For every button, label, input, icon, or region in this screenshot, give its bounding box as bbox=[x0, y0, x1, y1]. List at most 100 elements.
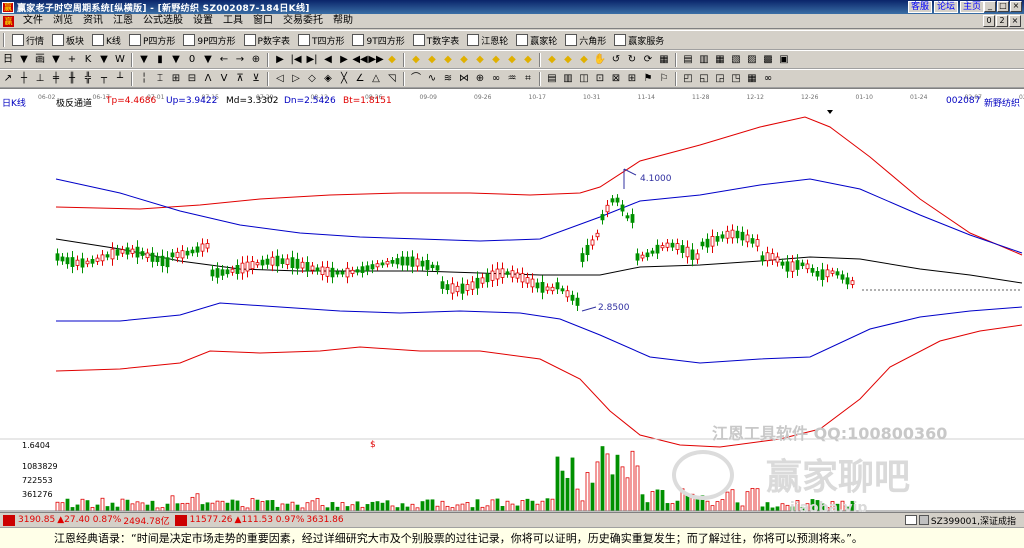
menu-info[interactable]: 资讯 bbox=[78, 14, 108, 28]
mdi-button-2[interactable]: 2 bbox=[996, 15, 1008, 27]
toolbar3-tool-44-icon[interactable]: ▦ bbox=[745, 72, 759, 86]
toolbar2-tool-28-icon[interactable]: ◆ bbox=[473, 53, 487, 67]
toolbar3-tool-45-icon[interactable]: ∞ bbox=[761, 72, 775, 86]
toolbar2-tool-22-icon[interactable]: ▶▶ bbox=[368, 53, 383, 67]
toolbar2-tool-27-icon[interactable]: ◆ bbox=[457, 53, 471, 67]
customer-service-link[interactable]: 客服 bbox=[907, 1, 932, 13]
toolbar2-tool-20-icon[interactable]: ▶ bbox=[337, 53, 351, 67]
toolbar2-tool-9-icon[interactable]: ▮ bbox=[153, 53, 167, 67]
menu-browse[interactable]: 浏览 bbox=[48, 14, 78, 28]
period-label[interactable]: 日K线 bbox=[2, 96, 26, 109]
toolbar3-tool-19-icon[interactable]: ◈ bbox=[321, 72, 335, 86]
toolbar3-tool-40-icon[interactable]: ◰ bbox=[681, 72, 695, 86]
toolbar3-tool-31-icon[interactable]: ⌗ bbox=[521, 72, 535, 86]
toolbar-button-service[interactable]: 赢家服务 bbox=[610, 32, 668, 48]
toolbar3-tool-24-icon[interactable]: ⌒ bbox=[409, 72, 423, 86]
toolbar3-tool-26-icon[interactable]: ≋ bbox=[441, 72, 455, 86]
toolbar3-tool-13-icon[interactable]: V bbox=[217, 72, 231, 86]
toolbar3-tool-39-icon[interactable]: ⚐ bbox=[657, 72, 671, 86]
menu-gann[interactable]: 江恩 bbox=[108, 14, 138, 28]
toolbar-button-hexagon[interactable]: 六角形 bbox=[561, 32, 610, 48]
forum-link[interactable]: 论坛 bbox=[933, 1, 958, 13]
toolbar3-tool-3-icon[interactable]: ╪ bbox=[49, 72, 63, 86]
toolbar2-tool-40-icon[interactable]: ▤ bbox=[681, 53, 695, 67]
toolbar2-tool-24-icon[interactable]: ◆ bbox=[409, 53, 423, 67]
toolbar2-tool-39-icon[interactable]: ▦ bbox=[657, 53, 671, 67]
toolbar2-tool-17-icon[interactable]: |◀ bbox=[289, 53, 303, 67]
toolbar-button-t-square[interactable]: T四方形 bbox=[294, 32, 349, 48]
toolbar3-tool-27-icon[interactable]: ⋈ bbox=[457, 72, 471, 86]
menu-file[interactable]: 文件 bbox=[18, 14, 48, 28]
toolbar3-tool-6-icon[interactable]: ┬ bbox=[97, 72, 111, 86]
toolbar2-tool-35-icon[interactable]: ✋ bbox=[593, 53, 607, 67]
toolbar3-tool-32-icon[interactable]: ▤ bbox=[545, 72, 559, 86]
toolbar3-tool-0-icon[interactable]: ↗ bbox=[1, 72, 15, 86]
toolbar3-tool-22-icon[interactable]: △ bbox=[369, 72, 383, 86]
toolbar2-tool-1-icon[interactable]: ▼ bbox=[17, 53, 31, 67]
toolbar3-tool-41-icon[interactable]: ◱ bbox=[697, 72, 711, 86]
toolbar3-tool-42-icon[interactable]: ◲ bbox=[713, 72, 727, 86]
toolbar2-tool-37-icon[interactable]: ↻ bbox=[625, 53, 639, 67]
toolbar3-tool-12-icon[interactable]: Λ bbox=[201, 72, 215, 86]
menu-help[interactable]: 帮助 bbox=[328, 14, 358, 28]
toolbar2-tool-4-icon[interactable]: + bbox=[65, 53, 79, 67]
toolbar3-tool-9-icon[interactable]: ⌶ bbox=[153, 72, 167, 86]
toolbar3-tool-37-icon[interactable]: ⊞ bbox=[625, 72, 639, 86]
menu-settings[interactable]: 设置 bbox=[188, 14, 218, 28]
toolbar-button-gann-wheel[interactable]: 江恩轮 bbox=[463, 32, 512, 48]
toolbar3-tool-11-icon[interactable]: ⊟ bbox=[185, 72, 199, 86]
toolbar3-tool-38-icon[interactable]: ⚑ bbox=[641, 72, 655, 86]
homepage-link[interactable]: 主页 bbox=[959, 1, 984, 13]
toolbar2-tool-13-icon[interactable]: ← bbox=[217, 53, 231, 67]
toolbar2-tool-21-icon[interactable]: ◀◀ bbox=[352, 53, 367, 67]
toolbar3-tool-7-icon[interactable]: ┴ bbox=[113, 72, 127, 86]
toolbar3-tool-36-icon[interactable]: ⊠ bbox=[609, 72, 623, 86]
toolbar-button-pn[interactable]: P数字表 bbox=[240, 32, 294, 48]
toolbar2-tool-10-icon[interactable]: ▼ bbox=[169, 53, 183, 67]
toolbar2-tool-32-icon[interactable]: ◆ bbox=[545, 53, 559, 67]
toolbar-button-9t-square[interactable]: 9T四方形 bbox=[348, 32, 408, 48]
minimize-button[interactable]: _ bbox=[984, 1, 996, 12]
mdi-close-button[interactable]: × bbox=[1009, 15, 1021, 27]
toolbar3-tool-29-icon[interactable]: ∞ bbox=[489, 72, 503, 86]
toolbar2-tool-36-icon[interactable]: ↺ bbox=[609, 53, 623, 67]
toolbar2-tool-31-icon[interactable]: ◆ bbox=[521, 53, 535, 67]
menu-formula[interactable]: 公式选股 bbox=[138, 14, 188, 28]
toolbar-button-p-square[interactable]: P四方形 bbox=[125, 32, 179, 48]
toolbar2-tool-3-icon[interactable]: ▼ bbox=[49, 53, 63, 67]
toolbar2-tool-19-icon[interactable]: ◀ bbox=[321, 53, 335, 67]
toolbar2-tool-7-icon[interactable]: W bbox=[113, 53, 127, 67]
toolbar3-tool-34-icon[interactable]: ◫ bbox=[577, 72, 591, 86]
maximize-button[interactable]: □ bbox=[997, 1, 1009, 12]
toolbar2-tool-12-icon[interactable]: ▼ bbox=[201, 53, 215, 67]
toolbar2-tool-33-icon[interactable]: ◆ bbox=[561, 53, 575, 67]
toolbar2-tool-2-icon[interactable]: 画 bbox=[33, 53, 47, 67]
toolbar-button-winner-wheel[interactable]: 赢家轮 bbox=[512, 32, 561, 48]
menu-trade[interactable]: 交易委托 bbox=[278, 14, 328, 28]
toolbar2-tool-11-icon[interactable]: 0 bbox=[185, 53, 199, 67]
toolbar2-tool-26-icon[interactable]: ◆ bbox=[441, 53, 455, 67]
menu-window[interactable]: 窗口 bbox=[248, 14, 278, 28]
toolbar2-tool-45-icon[interactable]: ▩ bbox=[761, 53, 775, 67]
toolbar3-tool-21-icon[interactable]: ∠ bbox=[353, 72, 367, 86]
toolbar2-tool-29-icon[interactable]: ◆ bbox=[489, 53, 503, 67]
toolbar3-tool-20-icon[interactable]: ╳ bbox=[337, 72, 351, 86]
toolbar-button-blocks[interactable]: 板块 bbox=[48, 32, 88, 48]
toolbar-button-9p-square[interactable]: 9P四方形 bbox=[179, 32, 239, 48]
ticker-text[interactable]: SZ399001,深证成指 bbox=[931, 514, 1016, 527]
toolbar3-tool-5-icon[interactable]: ╬ bbox=[81, 72, 95, 86]
toolbar2-tool-16-icon[interactable]: ▶ bbox=[273, 53, 287, 67]
toolbar2-tool-8-icon[interactable]: ▼ bbox=[137, 53, 151, 67]
toolbar3-tool-33-icon[interactable]: ▥ bbox=[561, 72, 575, 86]
toolbar2-tool-41-icon[interactable]: ▥ bbox=[697, 53, 711, 67]
toolbar2-tool-23-icon[interactable]: ◆ bbox=[385, 53, 399, 67]
menu-app-icon[interactable]: 赢 bbox=[3, 15, 14, 27]
toolbar2-tool-0-icon[interactable]: 日 bbox=[1, 53, 15, 67]
toolbar3-tool-2-icon[interactable]: ⊥ bbox=[33, 72, 47, 86]
toolbar3-tool-43-icon[interactable]: ◳ bbox=[729, 72, 743, 86]
toolbar2-tool-38-icon[interactable]: ⟳ bbox=[641, 53, 655, 67]
toolbar3-tool-14-icon[interactable]: ⊼ bbox=[233, 72, 247, 86]
toolbar3-tool-10-icon[interactable]: ⊞ bbox=[169, 72, 183, 86]
toolbar2-tool-15-icon[interactable]: ⊕ bbox=[249, 53, 263, 67]
toolbar-button-tn[interactable]: T数字表 bbox=[409, 32, 464, 48]
